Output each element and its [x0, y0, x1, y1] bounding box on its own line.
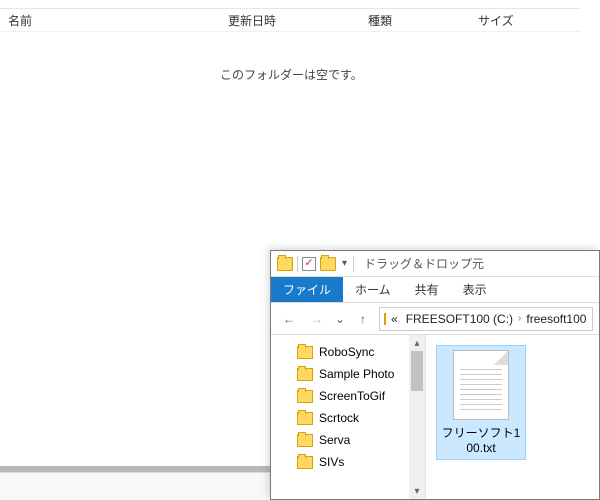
- ribbon-tabs: ファイル ホーム 共有 表示: [271, 277, 599, 303]
- address-bar[interactable]: « FREESOFT100 (C:) › freesoft100 ›: [379, 307, 593, 331]
- tree-item[interactable]: ScreenToGif: [281, 385, 425, 407]
- breadcrumb-prefix[interactable]: «: [388, 312, 401, 326]
- qat-customize-chevron[interactable]: ▾: [340, 258, 349, 269]
- column-headers: 名前 更新日時 種類 サイズ: [0, 8, 580, 32]
- ribbon-tab-home[interactable]: ホーム: [343, 277, 403, 302]
- column-type[interactable]: 種類: [360, 9, 470, 31]
- folder-icon: [297, 412, 313, 425]
- folder-icon: [297, 346, 313, 359]
- app-folder-icon[interactable]: [277, 257, 293, 271]
- breadcrumb-sep-2: ›: [591, 313, 593, 324]
- file-item-selected[interactable]: フリーソフト100.txt: [436, 345, 526, 460]
- scroll-down-arrow[interactable]: ▾: [409, 483, 425, 499]
- scroll-up-arrow[interactable]: ▴: [409, 335, 425, 351]
- qat-newfolder-button[interactable]: [320, 257, 336, 271]
- navigation-tree[interactable]: RoboSync Sample Photo ScreenToGif Scrtoc…: [271, 335, 426, 499]
- ribbon-tab-view[interactable]: 表示: [451, 277, 499, 302]
- foreground-explorer-window[interactable]: ✓ ▾ ドラッグ＆ドロップ元 ファイル ホーム 共有 表示 ← → ⌄ ↑ « …: [270, 250, 600, 500]
- tree-item[interactable]: Serva: [281, 429, 425, 451]
- empty-folder-message: このフォルダーは空です。: [220, 66, 363, 83]
- tree-scrollbar[interactable]: ▴ ▾: [409, 335, 425, 499]
- quick-access-toolbar: ✓ ▾ ドラッグ＆ドロップ元: [271, 251, 599, 277]
- tree-item[interactable]: Sample Photo: [281, 363, 425, 385]
- tree-item[interactable]: SIVs: [281, 451, 425, 473]
- column-size[interactable]: サイズ: [470, 9, 550, 31]
- tree-item[interactable]: RoboSync: [281, 341, 425, 363]
- file-name-label: フリーソフト100.txt: [441, 424, 521, 455]
- address-folder-icon: [384, 313, 386, 325]
- nav-forward-button[interactable]: →: [305, 307, 329, 331]
- qat-properties-button[interactable]: ✓: [302, 257, 316, 271]
- navigation-row: ← → ⌄ ↑ « FREESOFT100 (C:) › freesoft100…: [271, 303, 599, 335]
- column-date[interactable]: 更新日時: [220, 9, 360, 31]
- file-pane[interactable]: フリーソフト100.txt: [426, 335, 599, 499]
- qat-divider: [297, 256, 298, 272]
- folder-icon: [297, 456, 313, 469]
- breadcrumb-drive[interactable]: FREESOFT100 (C:): [403, 312, 516, 326]
- qat-divider-2: [353, 256, 354, 272]
- folder-icon: [297, 368, 313, 381]
- column-name[interactable]: 名前: [0, 9, 220, 31]
- scroll-thumb[interactable]: [411, 351, 423, 391]
- folder-icon: [297, 390, 313, 403]
- text-file-icon: [453, 350, 509, 420]
- status-bar: [0, 472, 270, 500]
- ribbon-tab-share[interactable]: 共有: [403, 277, 451, 302]
- tree-item[interactable]: Scrtock: [281, 407, 425, 429]
- nav-up-button[interactable]: ↑: [351, 307, 375, 331]
- nav-back-button[interactable]: ←: [277, 307, 301, 331]
- window-title: ドラッグ＆ドロップ元: [364, 255, 484, 272]
- ribbon-tab-file[interactable]: ファイル: [271, 277, 343, 302]
- breadcrumb-folder[interactable]: freesoft100: [523, 312, 589, 326]
- nav-recent-chevron[interactable]: ⌄: [333, 307, 347, 331]
- folder-icon: [297, 434, 313, 447]
- breadcrumb-sep-1: ›: [518, 313, 521, 324]
- explorer-body: RoboSync Sample Photo ScreenToGif Scrtoc…: [271, 335, 599, 499]
